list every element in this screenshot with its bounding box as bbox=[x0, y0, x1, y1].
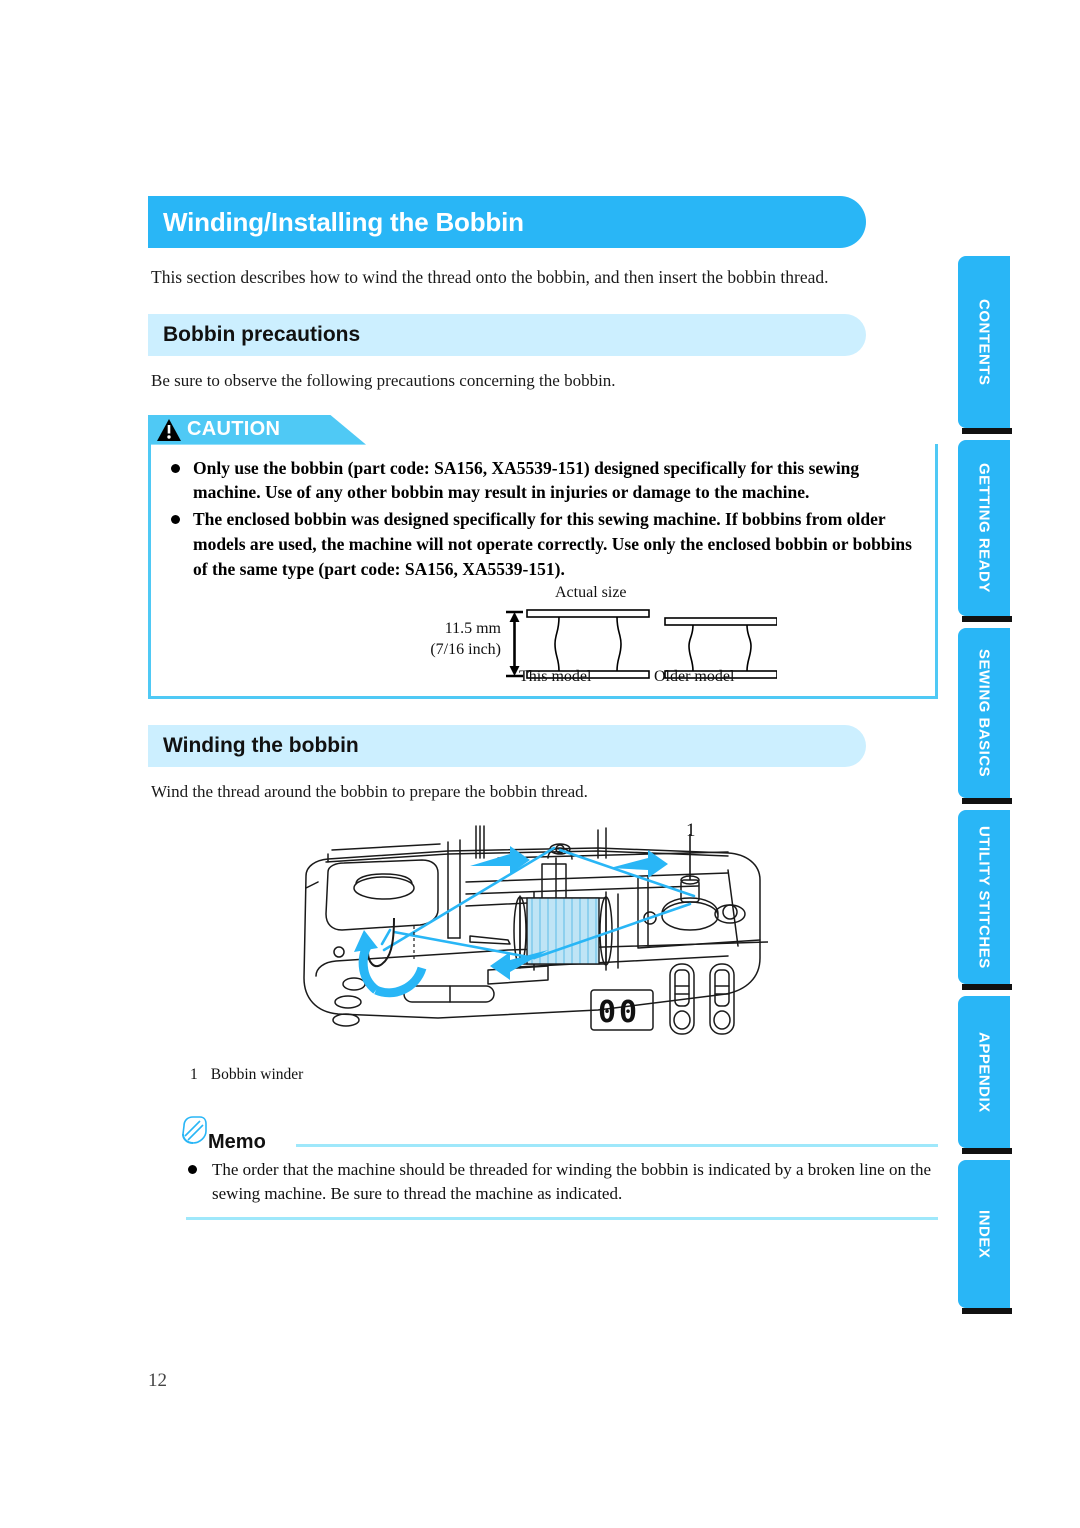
figure-caption: 1 Bobbin winder bbox=[190, 1066, 938, 1084]
side-tab-navigation[interactable]: CONTENTS GETTING READY SEWING BASICS UTI… bbox=[958, 256, 1014, 1320]
actual-size-label: Actual size bbox=[555, 583, 627, 601]
caution-item: The enclosed bobbin was designed specifi… bbox=[167, 507, 919, 582]
side-tab-label: INDEX bbox=[975, 1209, 993, 1259]
intro-paragraph: This section describes how to wind the t… bbox=[151, 267, 829, 287]
bullet-icon bbox=[188, 1164, 197, 1174]
side-tab-label: CONTENTS bbox=[975, 298, 993, 386]
memo-block: Memo The order that the machine should b… bbox=[148, 1115, 938, 1221]
side-tab-index[interactable]: INDEX bbox=[958, 1160, 1012, 1314]
memo-item-text: The order that the machine should be thr… bbox=[212, 1159, 931, 1203]
side-tab-label: UTILITY STITCHES bbox=[975, 825, 993, 969]
section-heading-winding: Winding the bobbin bbox=[148, 724, 866, 767]
memo-rule-bottom bbox=[186, 1217, 938, 1221]
side-tab-label: SEWING BASICS bbox=[975, 648, 993, 778]
caution-item-text: Only use the bobbin (part code: SA156, X… bbox=[193, 457, 860, 503]
section-heading-bar-precautions: Bobbin precautions bbox=[148, 313, 938, 356]
page-title: Winding/Installing the Bobbin bbox=[163, 206, 524, 237]
page-number: 12 bbox=[148, 1370, 167, 1391]
lcd-display: 00 bbox=[598, 995, 640, 1030]
caution-list: Only use the bobbin (part code: SA156, X… bbox=[167, 456, 919, 582]
machine-illustration-wrap: 1 00 bbox=[148, 818, 938, 1058]
bullet-icon bbox=[171, 515, 180, 525]
caution-item: Only use the bobbin (part code: SA156, X… bbox=[167, 456, 919, 506]
section-heading-shadow bbox=[866, 724, 908, 767]
side-tab-utility-stitches[interactable]: UTILITY STITCHES bbox=[958, 810, 1012, 990]
bobbin-size-diagram: Actual size 11.5 mm (7/16 inch) This mod… bbox=[167, 584, 919, 688]
manual-page: Winding/Installing the Bobbin This secti… bbox=[0, 0, 1080, 1528]
main-heading-bar: Winding/Installing the Bobbin bbox=[148, 196, 938, 248]
dimension-mm: 11.5 mm bbox=[444, 619, 501, 637]
side-tab-contents[interactable]: CONTENTS bbox=[958, 256, 1012, 434]
memo-rule-top bbox=[296, 1143, 938, 1147]
section-title-precautions: Bobbin precautions bbox=[163, 322, 361, 346]
memo-title: Memo bbox=[208, 1130, 266, 1153]
page-content: Winding/Installing the Bobbin This secti… bbox=[148, 196, 938, 1221]
caution-banner: CAUTION bbox=[148, 414, 366, 445]
caption-label: Bobbin winder bbox=[210, 1065, 304, 1083]
caution-item-text: The enclosed bobbin was designed specifi… bbox=[193, 509, 912, 579]
memo-pencil-icon bbox=[178, 1114, 212, 1153]
section-heading-precautions: Bobbin precautions bbox=[148, 313, 866, 356]
caution-block: CAUTION Only use the bobbin (part code: … bbox=[148, 414, 938, 699]
side-tab-getting-ready[interactable]: GETTING READY bbox=[958, 440, 1012, 622]
side-tab-appendix[interactable]: APPENDIX bbox=[958, 996, 1012, 1154]
svg-text:00: 00 bbox=[598, 995, 640, 1030]
bullet-icon bbox=[171, 463, 180, 473]
section-heading-shadow bbox=[866, 313, 908, 356]
side-tab-label: APPENDIX bbox=[975, 1031, 993, 1113]
dimension-inch: (7/16 inch) bbox=[430, 641, 501, 659]
memo-item: The order that the machine should be thr… bbox=[186, 1158, 938, 1206]
sewing-machine-illustration: 00 bbox=[303, 824, 768, 1035]
side-tab-label: GETTING READY bbox=[975, 463, 993, 593]
memo-header: Memo bbox=[148, 1115, 938, 1153]
this-model-label: This model bbox=[519, 667, 592, 685]
heading-bar-shadow bbox=[866, 196, 918, 248]
caution-label: CAUTION bbox=[187, 418, 281, 441]
warning-triangle-icon bbox=[156, 418, 182, 442]
direction-arrows bbox=[354, 845, 668, 997]
side-tab-sewing-basics[interactable]: SEWING BASICS bbox=[958, 628, 1012, 804]
section-title-winding: Winding the bobbin bbox=[163, 733, 359, 757]
older-model-label: Older model bbox=[654, 667, 735, 685]
memo-content: The order that the machine should be thr… bbox=[148, 1158, 938, 1206]
main-heading: Winding/Installing the Bobbin bbox=[148, 196, 866, 248]
bobbin-dimension-label: 11.5 mm (7/16 inch) bbox=[389, 618, 501, 661]
precautions-intro: Be sure to observe the following precaut… bbox=[151, 370, 616, 390]
caution-content: Only use the bobbin (part code: SA156, X… bbox=[148, 443, 938, 699]
winding-intro: Wind the thread around the bobbin to pre… bbox=[151, 781, 588, 801]
section-heading-bar-winding: Winding the bobbin bbox=[148, 724, 938, 767]
caption-number: 1 bbox=[190, 1065, 198, 1083]
